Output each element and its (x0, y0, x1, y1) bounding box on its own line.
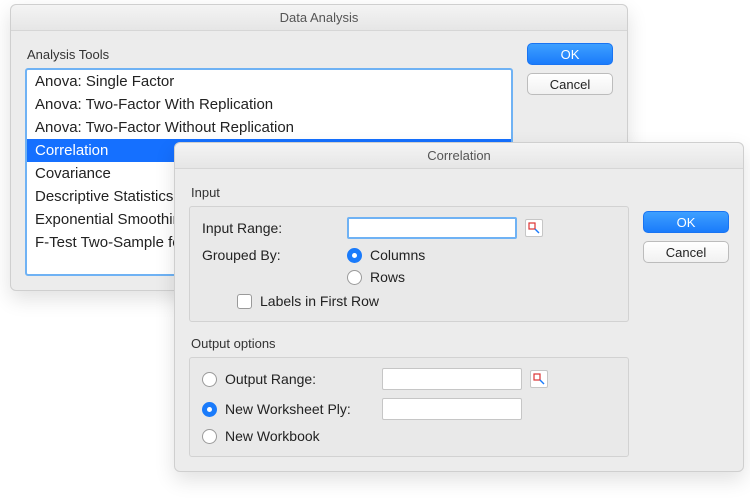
input-range-field[interactable] (347, 217, 517, 239)
ok-button[interactable]: OK (527, 43, 613, 65)
correlation-dialog: Correlation Input Input Range: Grouped B… (174, 142, 744, 472)
radio-new-worksheet[interactable] (202, 402, 217, 417)
cancel-button[interactable]: Cancel (643, 241, 729, 263)
output-group: Output Range: New Worksheet Ply: (189, 357, 629, 457)
labels-first-row-label: Labels in First Row (260, 293, 379, 309)
new-worksheet-label: New Worksheet Ply: (225, 401, 351, 417)
list-item[interactable]: Anova: Two-Factor With Replication (27, 93, 511, 116)
analysis-tools-label: Analysis Tools (27, 47, 513, 62)
cancel-button[interactable]: Cancel (527, 73, 613, 95)
input-heading: Input (191, 185, 629, 200)
radio-output-range[interactable] (202, 372, 217, 387)
dialog-title: Correlation (175, 143, 743, 169)
grouped-by-label: Grouped By: (202, 247, 337, 263)
rows-label: Rows (370, 269, 405, 285)
list-item[interactable]: Anova: Single Factor (27, 70, 511, 93)
input-range-label: Input Range: (202, 220, 337, 236)
output-options-heading: Output options (191, 336, 629, 351)
input-group: Input Range: Grouped By: (189, 206, 629, 322)
dialog-title: Data Analysis (11, 5, 627, 31)
range-picker-icon[interactable] (530, 370, 548, 388)
ok-button[interactable]: OK (643, 211, 729, 233)
range-picker-icon[interactable] (525, 219, 543, 237)
columns-label: Columns (370, 247, 425, 263)
radio-new-workbook[interactable] (202, 429, 217, 444)
list-item[interactable]: Anova: Two-Factor Without Replication (27, 116, 511, 139)
labels-first-row-checkbox[interactable] (237, 294, 252, 309)
output-range-field[interactable] (382, 368, 522, 390)
output-range-label: Output Range: (225, 371, 316, 387)
new-worksheet-field[interactable] (382, 398, 522, 420)
radio-columns[interactable] (347, 248, 362, 263)
radio-rows[interactable] (347, 270, 362, 285)
new-workbook-label: New Workbook (225, 428, 320, 444)
